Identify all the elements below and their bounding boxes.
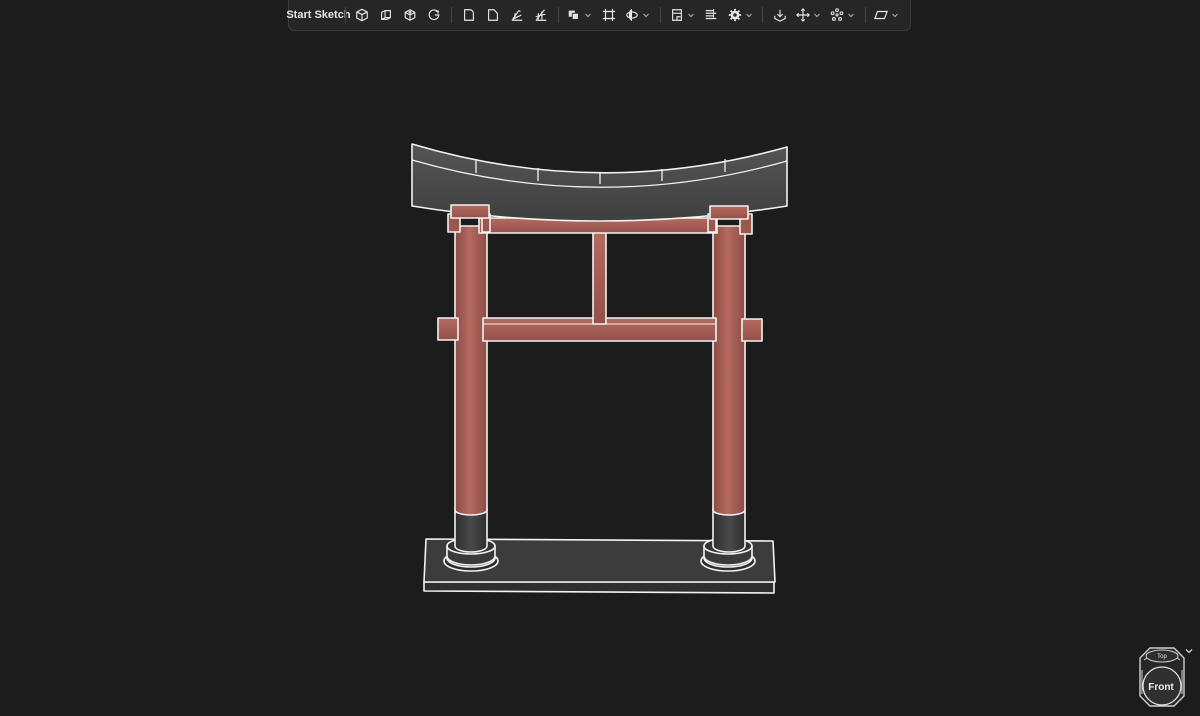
gear-icon <box>728 8 741 22</box>
pattern-icon <box>706 8 717 20</box>
split-button[interactable] <box>598 4 620 26</box>
loft-icon <box>404 9 416 21</box>
plane-dropdown[interactable] <box>666 4 698 26</box>
chevron-down-icon <box>643 13 650 18</box>
center-post <box>592 231 607 325</box>
shell-button[interactable] <box>506 4 528 26</box>
import-icon <box>773 9 786 22</box>
sweep-icon <box>428 9 440 21</box>
pattern-button[interactable] <box>700 4 722 26</box>
chamfer-button[interactable] <box>482 4 504 26</box>
chevron-down-icon <box>687 13 694 18</box>
view-cube-front-label[interactable]: Front <box>1148 682 1174 693</box>
boolean-dropdown[interactable] <box>564 4 596 26</box>
loft-button[interactable] <box>399 4 421 26</box>
draft-icon <box>535 9 546 21</box>
helix-dropdown[interactable] <box>622 4 654 26</box>
view-cube-top-label[interactable]: Top <box>1157 654 1167 660</box>
3d-viewport[interactable] <box>0 32 1200 716</box>
boolean-icon <box>569 10 580 20</box>
circular-pattern-icon <box>830 8 844 21</box>
fillet-button[interactable] <box>458 4 480 26</box>
shell-icon <box>511 10 522 21</box>
plane-icon <box>671 9 682 21</box>
move-icon <box>796 8 811 22</box>
torii-gate-model[interactable] <box>411 143 788 594</box>
chevron-down-icon <box>848 13 855 18</box>
chevron-down-icon <box>814 13 821 18</box>
sweep-button[interactable] <box>423 4 445 26</box>
helix-icon <box>626 9 639 21</box>
split-icon <box>602 8 616 22</box>
revolve-icon <box>381 10 392 20</box>
view-cube-menu-chevron-icon[interactable] <box>1184 646 1194 656</box>
import-button[interactable] <box>769 4 791 26</box>
chevron-down-icon <box>745 13 752 18</box>
feature-toolbar: Start Sketch <box>286 0 911 31</box>
chevron-down-icon <box>585 13 592 18</box>
extrude-button[interactable] <box>351 4 373 26</box>
left-pillar <box>454 225 488 516</box>
gear-dropdown[interactable] <box>724 4 756 26</box>
move-dropdown[interactable] <box>793 4 825 26</box>
right-pillar-foot <box>700 507 756 572</box>
circular-pattern-dropdown[interactable] <box>827 4 859 26</box>
chamfer-icon <box>487 9 498 21</box>
extrude-icon <box>356 8 369 22</box>
fillet-icon <box>463 9 474 21</box>
revolve-button[interactable] <box>375 4 397 26</box>
sketch-plane-dropdown[interactable] <box>871 4 903 26</box>
draft-button[interactable] <box>530 4 552 26</box>
chevron-down-icon <box>892 13 899 18</box>
right-pillar <box>712 225 746 516</box>
start-sketch-button[interactable]: Start Sketch <box>286 4 350 26</box>
parallelogram-icon <box>874 10 889 20</box>
start-sketch-label: Start Sketch <box>286 9 351 21</box>
